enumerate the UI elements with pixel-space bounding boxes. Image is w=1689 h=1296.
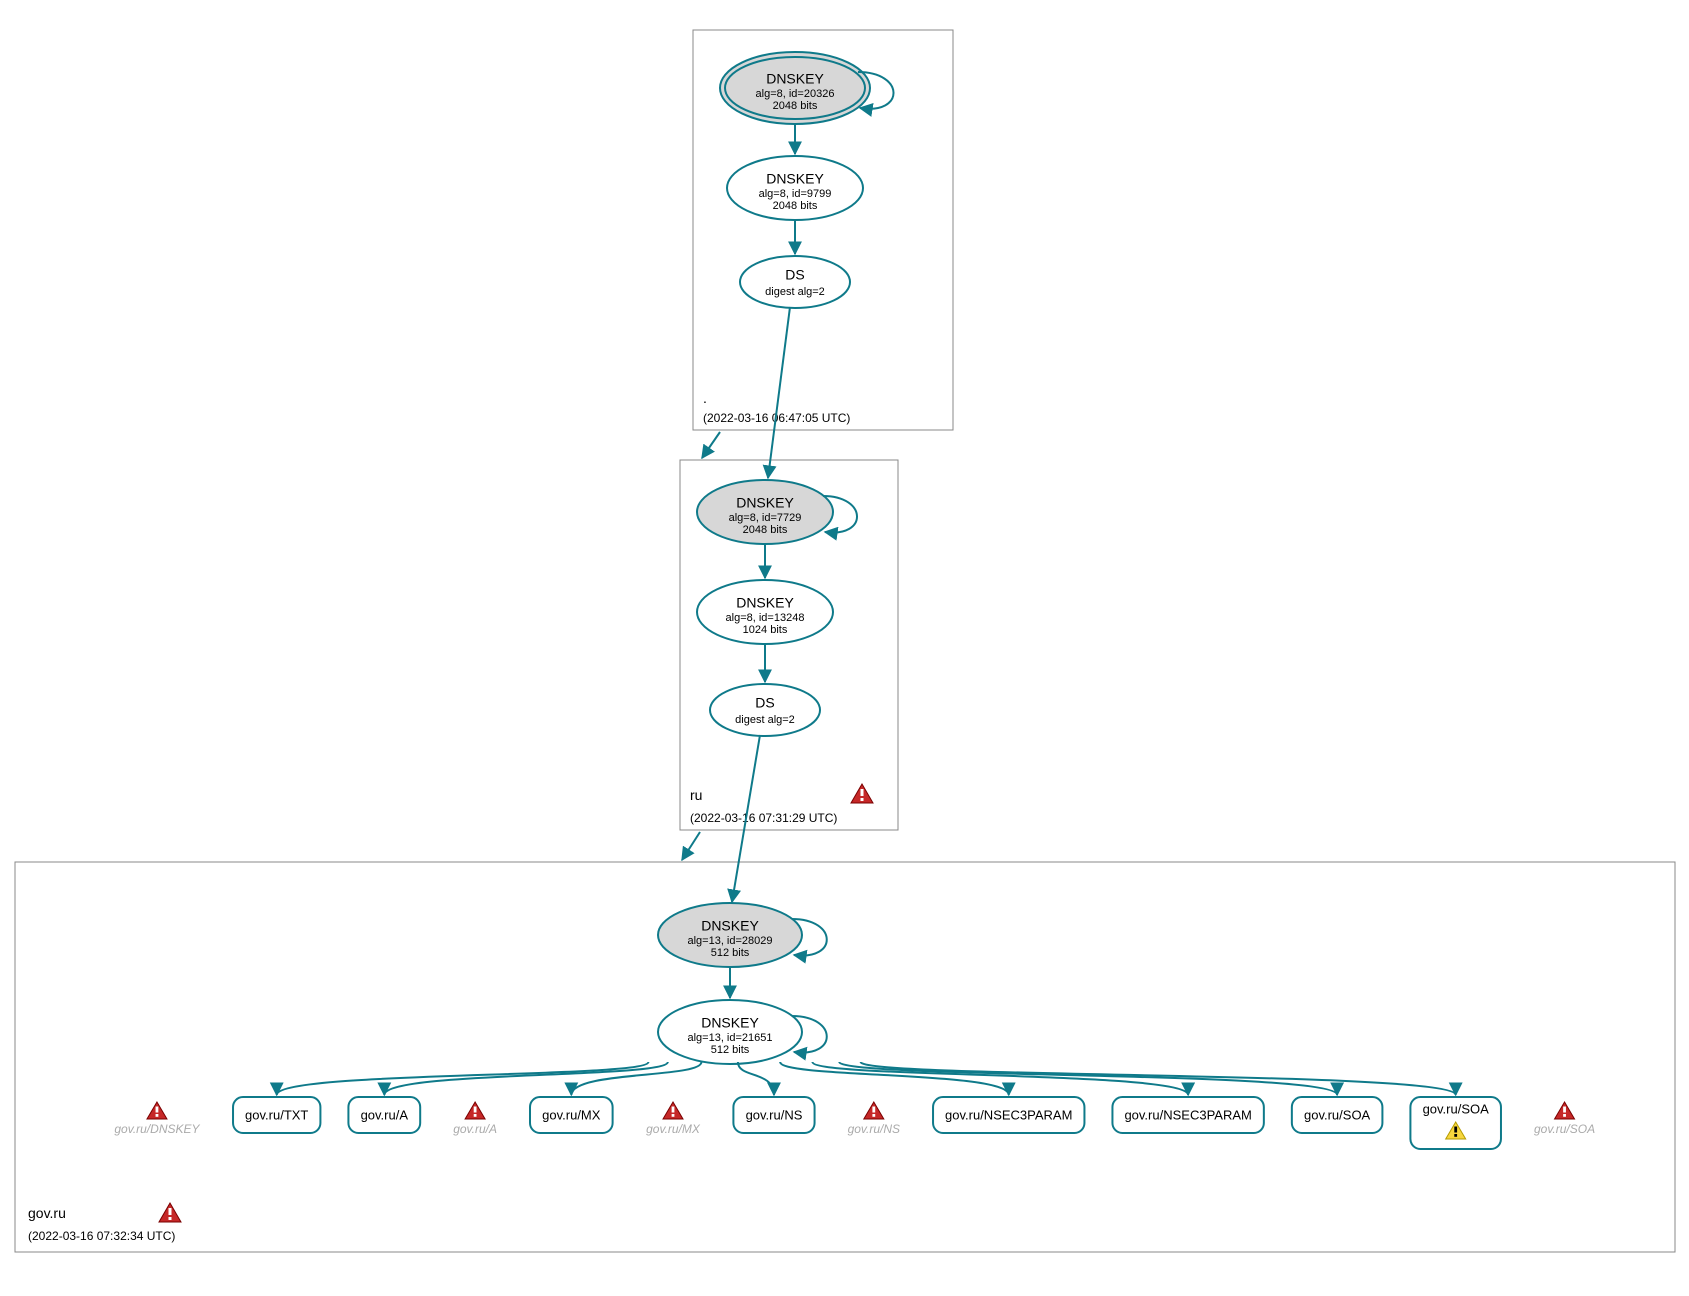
svg-text:512 bits: 512 bits bbox=[711, 947, 750, 959]
rrset-label: gov.ru/NSEC3PARAM bbox=[945, 1107, 1072, 1122]
svg-text:512 bits: 512 bits bbox=[711, 1044, 750, 1056]
rrset-node: gov.ru/SOA bbox=[1410, 1097, 1501, 1149]
edge-root-ds-ru-ksk bbox=[768, 307, 790, 478]
rrset-ghost-label: gov.ru/SOA bbox=[1534, 1122, 1595, 1136]
node-root-zsk: DNSKEY alg=8, id=9799 2048 bits bbox=[727, 156, 863, 220]
rrset-ghost: gov.ru/NS bbox=[848, 1102, 900, 1136]
edge-delegation-root-ru bbox=[702, 432, 720, 458]
node-gov-ksk: DNSKEY alg=13, id=28029 512 bits bbox=[658, 903, 802, 967]
rrset-label: gov.ru/A bbox=[361, 1107, 409, 1122]
svg-text:2048 bits: 2048 bits bbox=[743, 524, 788, 536]
rrset-node: gov.ru/NSEC3PARAM bbox=[1112, 1097, 1263, 1133]
edge-zsk-rrset bbox=[738, 1062, 774, 1095]
warning-icon bbox=[1555, 1102, 1575, 1119]
zone-ru-label: ru bbox=[690, 787, 702, 803]
svg-text:DS: DS bbox=[785, 267, 804, 283]
rrset-label: gov.ru/SOA bbox=[1423, 1101, 1490, 1116]
svg-text:DNSKEY: DNSKEY bbox=[766, 71, 824, 87]
rrset-node: gov.ru/MX bbox=[530, 1097, 613, 1133]
edge-zsk-rrset bbox=[812, 1062, 1188, 1095]
zone-root-label: . bbox=[703, 390, 707, 406]
svg-text:DNSKEY: DNSKEY bbox=[766, 171, 824, 187]
svg-text:alg=8, id=13248: alg=8, id=13248 bbox=[726, 612, 805, 624]
zone-govru-ts: (2022-03-16 07:32:34 UTC) bbox=[28, 1229, 175, 1243]
rrset-label: gov.ru/TXT bbox=[245, 1107, 308, 1122]
node-ru-ds: DS digest alg=2 bbox=[710, 684, 820, 736]
svg-text:alg=13, id=28029: alg=13, id=28029 bbox=[687, 935, 772, 947]
node-ru-ksk: DNSKEY alg=8, id=7729 2048 bits bbox=[697, 480, 833, 544]
node-ru-zsk: DNSKEY alg=8, id=13248 1024 bits bbox=[697, 580, 833, 644]
svg-text:2048 bits: 2048 bits bbox=[773, 100, 818, 112]
svg-text:alg=8, id=7729: alg=8, id=7729 bbox=[729, 512, 802, 524]
rrset-ghost-label: gov.ru/A bbox=[453, 1122, 497, 1136]
svg-text:alg=8, id=9799: alg=8, id=9799 bbox=[759, 188, 832, 200]
node-gov-zsk: DNSKEY alg=13, id=21651 512 bits bbox=[658, 1000, 802, 1064]
rrset-ghost: gov.ru/DNSKEY bbox=[114, 1102, 200, 1136]
zone-govru: gov.ru (2022-03-16 07:32:34 UTC) bbox=[15, 862, 1675, 1252]
rrset-ghost: gov.ru/SOA bbox=[1534, 1102, 1595, 1136]
edge-zsk-rrset bbox=[384, 1062, 667, 1095]
rrset-label: gov.ru/NS bbox=[746, 1107, 803, 1122]
svg-text:DNSKEY: DNSKEY bbox=[701, 1015, 759, 1031]
rrset-ghost: gov.ru/A bbox=[453, 1102, 497, 1136]
svg-text:DNSKEY: DNSKEY bbox=[701, 918, 759, 934]
warning-icon bbox=[465, 1102, 485, 1119]
warning-icon bbox=[864, 1102, 884, 1119]
rrset-ghost: gov.ru/MX bbox=[646, 1102, 701, 1136]
rrset-label: gov.ru/MX bbox=[542, 1107, 601, 1122]
warning-icon bbox=[159, 1203, 181, 1222]
svg-text:digest alg=2: digest alg=2 bbox=[765, 286, 825, 298]
rrset-ghost-label: gov.ru/MX bbox=[646, 1122, 701, 1136]
node-root-ds: DS digest alg=2 bbox=[740, 256, 850, 308]
svg-text:digest alg=2: digest alg=2 bbox=[735, 714, 795, 726]
rrset-node: gov.ru/TXT bbox=[233, 1097, 320, 1133]
rrset-ghost-label: gov.ru/DNSKEY bbox=[114, 1122, 200, 1136]
rrset-node: gov.ru/NS bbox=[733, 1097, 814, 1133]
svg-text:DNSKEY: DNSKEY bbox=[736, 595, 794, 611]
warning-icon bbox=[851, 784, 873, 803]
svg-text:1024 bits: 1024 bits bbox=[743, 624, 788, 636]
rrset-node: gov.ru/A bbox=[348, 1097, 420, 1133]
rrset-node: gov.ru/NSEC3PARAM bbox=[933, 1097, 1084, 1133]
svg-text:DS: DS bbox=[755, 695, 774, 711]
warning-icon bbox=[663, 1102, 683, 1119]
warning-icon bbox=[147, 1102, 167, 1119]
node-root-ksk: DNSKEY alg=8, id=20326 2048 bits bbox=[720, 52, 870, 124]
svg-text:2048 bits: 2048 bits bbox=[773, 200, 818, 212]
svg-text:DNSKEY: DNSKEY bbox=[736, 495, 794, 511]
zone-govru-label: gov.ru bbox=[28, 1205, 66, 1221]
rrset-node: gov.ru/SOA bbox=[1292, 1097, 1383, 1133]
rrset-ghost-label: gov.ru/NS bbox=[848, 1122, 900, 1136]
svg-text:alg=13, id=21651: alg=13, id=21651 bbox=[687, 1032, 772, 1044]
rrset-label: gov.ru/NSEC3PARAM bbox=[1124, 1107, 1251, 1122]
svg-text:alg=8, id=20326: alg=8, id=20326 bbox=[756, 88, 835, 100]
edge-delegation-ru-govru bbox=[682, 832, 700, 860]
rrset-label: gov.ru/SOA bbox=[1304, 1107, 1371, 1122]
zone-ru-ts: (2022-03-16 07:31:29 UTC) bbox=[690, 811, 837, 825]
